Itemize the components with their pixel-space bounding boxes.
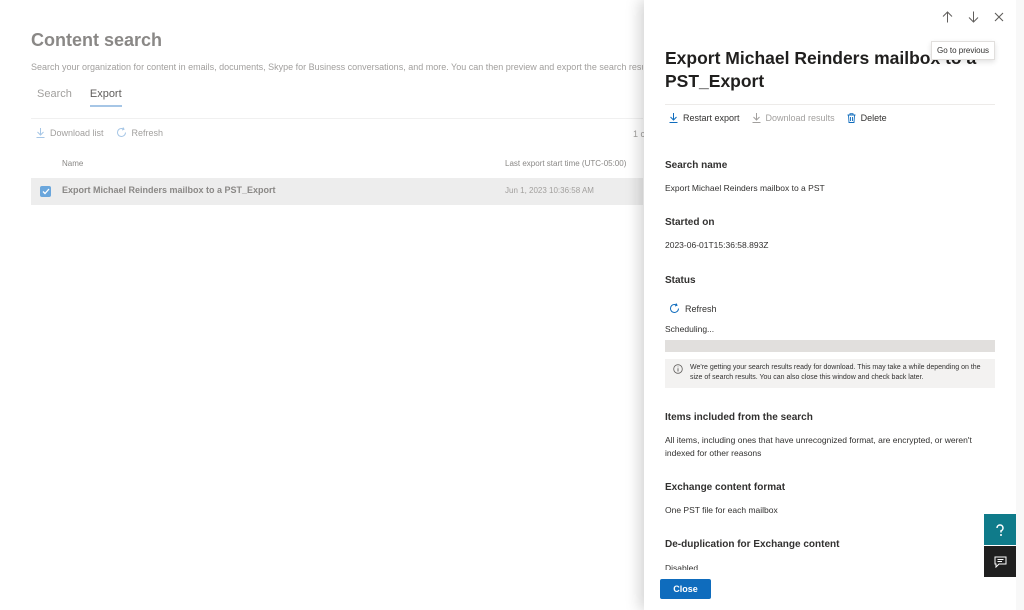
- checkmark-icon: [42, 188, 49, 195]
- download-results-label: Download results: [765, 113, 835, 123]
- help-button[interactable]: [984, 514, 1016, 545]
- next-button[interactable]: [966, 9, 980, 25]
- list-toolbar: Download list Refresh: [36, 127, 163, 138]
- close-icon: [994, 12, 1004, 22]
- info-message: We're getting your search results ready …: [665, 359, 995, 388]
- trash-icon: [847, 113, 856, 123]
- restart-export-button[interactable]: Restart export: [669, 113, 740, 123]
- arrow-down-icon: [968, 11, 978, 23]
- delete-label: Delete: [860, 113, 887, 123]
- info-text: We're getting your search results ready …: [690, 364, 981, 381]
- row-time: Jun 1, 2023 10:36:58 AM: [505, 186, 594, 195]
- tab-bar: Search Export: [37, 88, 122, 107]
- status-refresh-button[interactable]: Refresh: [669, 303, 717, 314]
- refresh-icon: [670, 303, 679, 313]
- refresh-icon: [116, 127, 126, 137]
- search-name-label: Search name: [665, 160, 728, 171]
- search-name-value: Export Michael Reinders mailbox to a PST: [665, 183, 825, 193]
- download-results-button[interactable]: Download results: [752, 113, 835, 123]
- close-button[interactable]: Close: [660, 579, 711, 599]
- delete-button[interactable]: Delete: [847, 113, 887, 123]
- status-refresh-label: Refresh: [685, 303, 717, 314]
- refresh-list-label: Refresh: [131, 127, 164, 138]
- tab-export[interactable]: Export: [89, 88, 122, 107]
- panel-toolbar: Restart export Download results Delete: [669, 113, 887, 123]
- help-icon: [996, 523, 1004, 536]
- arrow-up-icon: [942, 11, 952, 23]
- panel-navigation: [940, 9, 1006, 25]
- progress-bar: [665, 340, 995, 352]
- items-included-label: Items included from the search: [665, 412, 813, 423]
- dedup-label: De-duplication for Exchange content: [665, 539, 840, 550]
- page-title: Content search: [31, 30, 163, 50]
- row-name: Export Michael Reinders mailbox to a PST…: [62, 185, 276, 195]
- started-on-value: 2023-06-01T15:36:58.893Z: [665, 240, 769, 250]
- started-on-label: Started on: [665, 217, 715, 228]
- close-panel-button[interactable]: [992, 9, 1006, 25]
- download-list-button[interactable]: Download list: [36, 127, 104, 138]
- download-icon: [36, 127, 45, 138]
- download-icon: [669, 113, 678, 123]
- items-included-value: All items, including ones that have unre…: [665, 435, 972, 458]
- chat-icon: [994, 556, 1006, 568]
- column-header-last-export[interactable]: Last export start time (UTC-05:00): [505, 159, 626, 168]
- previous-button[interactable]: [940, 9, 954, 25]
- tab-search[interactable]: Search: [37, 88, 72, 107]
- export-details-panel: Export Michael Reinders mailbox to a PST…: [644, 0, 1016, 610]
- download-icon: [752, 113, 761, 123]
- row-checkbox[interactable]: [40, 186, 51, 197]
- divider: [31, 118, 643, 119]
- restart-export-label: Restart export: [683, 113, 740, 123]
- status-text: Scheduling...: [665, 324, 715, 334]
- column-header-name[interactable]: Name: [62, 159, 83, 168]
- divider: [665, 104, 995, 105]
- exchange-format-label: Exchange content format: [665, 482, 786, 493]
- refresh-list-button[interactable]: Refresh: [116, 127, 164, 138]
- download-list-label: Download list: [50, 127, 104, 138]
- scrollbar[interactable]: [1016, 0, 1024, 610]
- feedback-button[interactable]: [984, 546, 1016, 577]
- status-label: Status: [665, 275, 696, 286]
- exchange-format-value: One PST file for each mailbox: [665, 505, 778, 515]
- page-description: Search your organization for content in …: [31, 62, 643, 72]
- info-icon: [673, 364, 683, 374]
- tooltip: Go to previous: [931, 41, 996, 60]
